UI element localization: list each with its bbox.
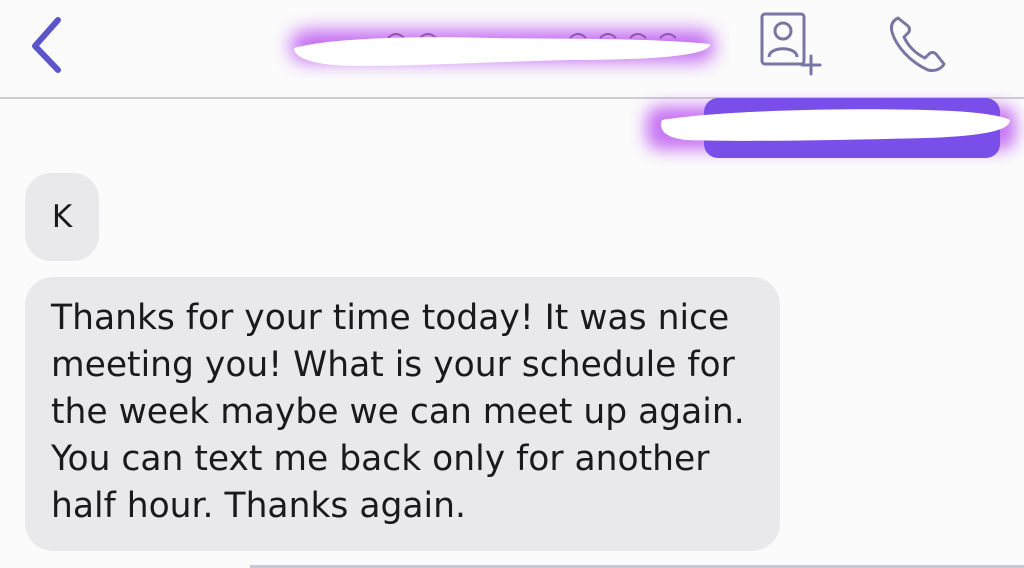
message-text-line: You can text me back only for another	[51, 439, 710, 479]
add-contact-button[interactable]	[756, 10, 826, 76]
message-text-line: the week maybe we can meet up again.	[51, 392, 745, 432]
back-button[interactable]	[18, 14, 78, 78]
conversation-header	[0, 0, 1024, 97]
message-text-line: meeting you! What is your schedule for	[51, 345, 735, 385]
chevron-left-icon	[18, 14, 78, 78]
phone-icon	[884, 10, 954, 76]
add-contact-icon	[756, 10, 826, 76]
received-message-bubble[interactable]: K	[25, 173, 99, 261]
message-text-line: Thanks for your time today! It was nice	[51, 298, 730, 338]
call-button[interactable]	[884, 10, 954, 76]
redacted-banner	[626, 84, 1024, 170]
contact-name-redacted	[270, 8, 730, 78]
message-text-line: half hour. Thanks again.	[51, 486, 466, 526]
message-text: K	[51, 199, 73, 235]
received-message-bubble[interactable]: Thanks for your time today! It was nice …	[25, 277, 780, 551]
